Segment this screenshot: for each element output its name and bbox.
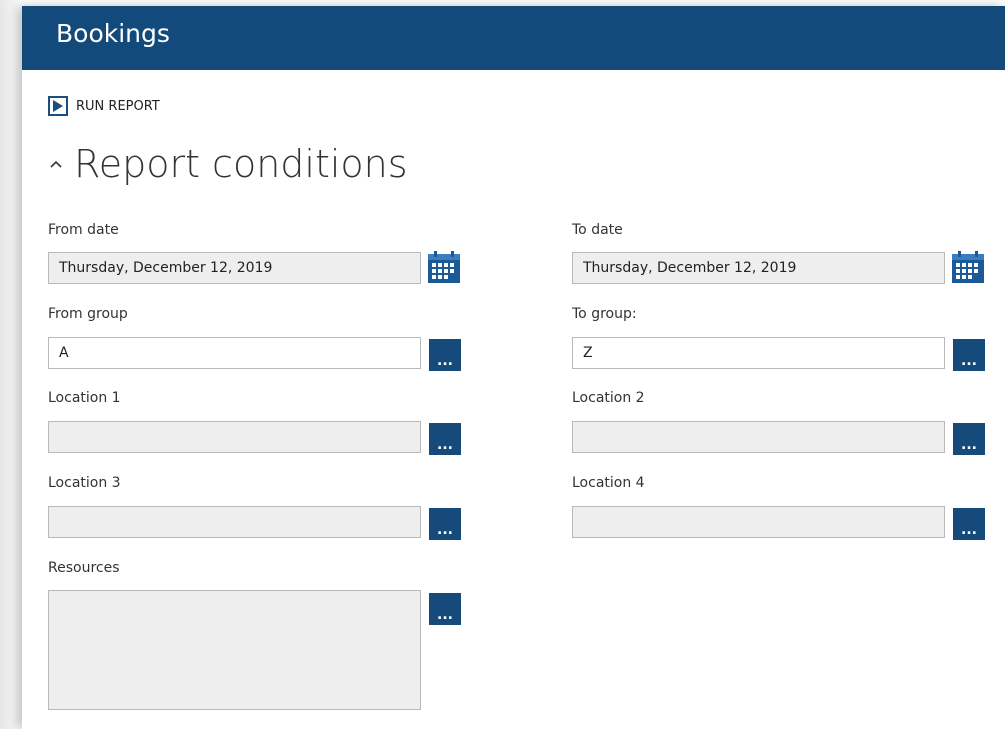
from-group-label: From group: [48, 306, 128, 322]
calendar-icon[interactable]: [427, 250, 461, 284]
location-3-browse-button[interactable]: ...: [429, 508, 461, 540]
bookings-window: Bookings RUN REPORT Report conditions Fr…: [22, 6, 1005, 729]
to-date-field[interactable]: Thursday, December 12, 2019: [572, 252, 945, 284]
run-report-button[interactable]: RUN REPORT: [48, 94, 160, 118]
from-date-label: From date: [48, 222, 119, 238]
location-2-browse-button[interactable]: ...: [953, 423, 985, 455]
location-4-label: Location 4: [572, 475, 645, 491]
location-2-label: Location 2: [572, 390, 645, 406]
calendar-icon[interactable]: [951, 250, 985, 284]
location-1-label: Location 1: [48, 390, 121, 406]
from-date-field[interactable]: Thursday, December 12, 2019: [48, 252, 421, 284]
location-1-field[interactable]: [48, 421, 421, 453]
to-group-label: To group:: [572, 306, 637, 322]
run-report-label: RUN REPORT: [76, 98, 160, 114]
header-bar: Bookings: [22, 6, 1005, 70]
to-date-label: To date: [572, 222, 623, 238]
play-icon: [48, 96, 68, 116]
location-4-field[interactable]: [572, 506, 945, 538]
from-group-browse-button[interactable]: ...: [429, 339, 461, 371]
from-group-field[interactable]: A: [48, 337, 421, 369]
location-4-browse-button[interactable]: ...: [953, 508, 985, 540]
location-3-field[interactable]: [48, 506, 421, 538]
section-title: Report conditions: [74, 142, 408, 186]
to-group-field[interactable]: Z: [572, 337, 945, 369]
resources-label: Resources: [48, 560, 120, 576]
location-3-label: Location 3: [48, 475, 121, 491]
location-2-field[interactable]: [572, 421, 945, 453]
chevron-up-icon: [46, 154, 66, 174]
to-group-browse-button[interactable]: ...: [953, 339, 985, 371]
resources-field[interactable]: [48, 590, 421, 710]
window-title: Bookings: [56, 19, 170, 48]
resources-browse-button[interactable]: ...: [429, 593, 461, 625]
report-conditions-header[interactable]: Report conditions: [46, 142, 408, 186]
location-1-browse-button[interactable]: ...: [429, 423, 461, 455]
